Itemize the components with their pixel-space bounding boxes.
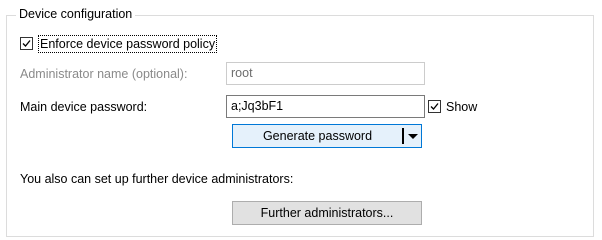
further-admins-text: You also can set up further device admin… xyxy=(20,172,294,186)
show-password-label[interactable]: Show xyxy=(446,99,477,115)
show-password-checkbox[interactable] xyxy=(428,100,441,113)
admin-name-field[interactable]: root xyxy=(226,62,425,85)
generate-password-split-button[interactable]: Generate password xyxy=(232,124,422,148)
group-title: Device configuration xyxy=(16,6,136,22)
checkmark-icon xyxy=(430,103,439,110)
further-administrators-button[interactable]: Further administrators... xyxy=(232,201,422,225)
password-label: Main device password: xyxy=(20,100,148,114)
chevron-down-icon xyxy=(408,134,418,139)
checkmark-icon xyxy=(22,40,31,47)
enforce-policy-label[interactable]: Enforce device password policy xyxy=(38,35,218,53)
generate-password-button[interactable]: Generate password xyxy=(233,125,402,147)
password-field[interactable]: a;Jq3bF1 xyxy=(226,95,425,118)
admin-name-label: Administrator name (optional): xyxy=(20,67,188,81)
split-separator xyxy=(402,128,404,144)
enforce-policy-checkbox[interactable] xyxy=(20,37,33,50)
generate-dropdown-button[interactable] xyxy=(405,125,421,147)
